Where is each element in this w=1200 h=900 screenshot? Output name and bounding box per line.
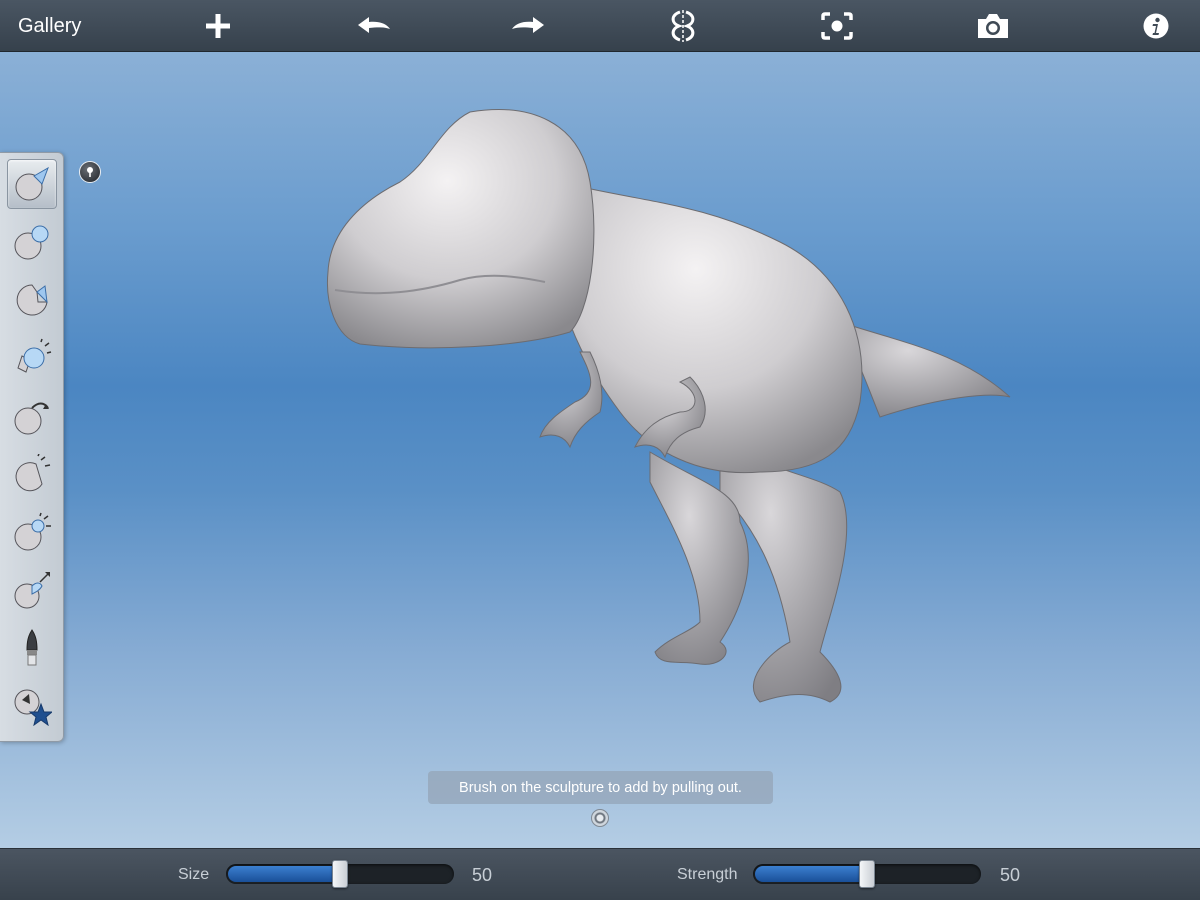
favorites-tool[interactable]	[7, 681, 57, 731]
top-toolbar: Gallery	[0, 0, 1200, 52]
hint-message: Brush on the sculpture to add by pulling…	[428, 771, 773, 804]
camera-icon[interactable]	[973, 8, 1013, 44]
strength-slider-thumb[interactable]	[859, 860, 875, 888]
symmetry-icon[interactable]	[663, 8, 703, 44]
pinch-tool[interactable]	[7, 275, 57, 325]
redo-icon[interactable]	[508, 8, 548, 44]
paint-tool[interactable]	[7, 623, 57, 673]
move-tool[interactable]	[7, 565, 57, 615]
pin-icon[interactable]	[79, 161, 101, 183]
size-label: Size	[178, 866, 210, 883]
size-slider[interactable]	[226, 860, 454, 888]
size-value: 50	[472, 865, 493, 885]
dinosaur-model[interactable]	[0, 52, 1200, 848]
page-indicator[interactable]	[591, 809, 609, 827]
smooth-tool[interactable]	[7, 333, 57, 383]
strength-slider[interactable]	[753, 860, 981, 888]
crease-tool[interactable]	[7, 507, 57, 557]
size-slider-thumb[interactable]	[332, 860, 348, 888]
gallery-button[interactable]: Gallery	[18, 13, 81, 39]
undo-icon[interactable]	[354, 8, 394, 44]
sculpt-canvas[interactable]: Brush on the sculpture to add by pulling…	[0, 52, 1200, 848]
grab-tool[interactable]	[7, 391, 57, 441]
strength-label: Strength	[677, 866, 738, 883]
flatten-tool[interactable]	[7, 449, 57, 499]
strength-value: 50	[1000, 865, 1021, 885]
strength-slider-fill	[755, 866, 867, 882]
frame-icon[interactable]	[817, 8, 857, 44]
inflate-tool[interactable]	[7, 217, 57, 267]
bottom-toolbar: Size 50 Strength 50	[0, 848, 1200, 900]
tool-palette	[0, 152, 64, 742]
info-icon[interactable]	[1136, 8, 1176, 44]
draw-tool[interactable]	[7, 159, 57, 209]
plus-icon[interactable]	[198, 8, 238, 44]
size-slider-fill	[228, 866, 340, 882]
